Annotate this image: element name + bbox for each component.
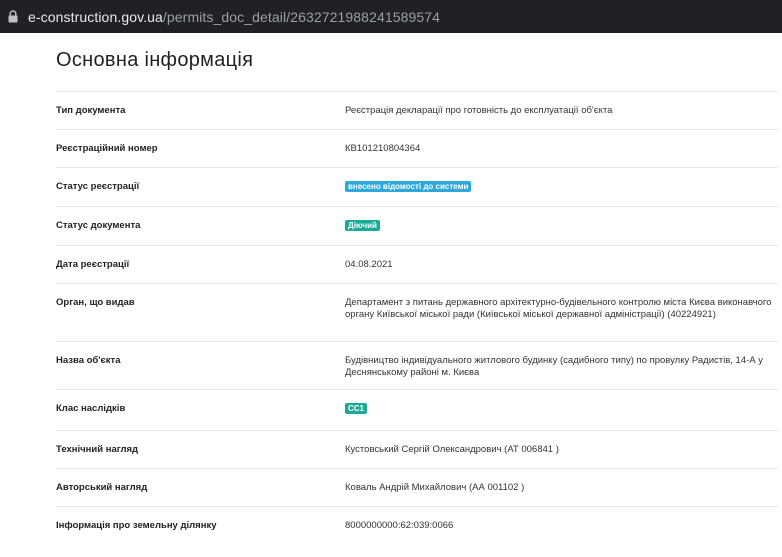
row-author-supervision: Авторський нагляд Коваль Андрій Михайлов…: [56, 468, 778, 506]
section-title: Основна інформація: [56, 49, 254, 71]
row-value: внесено відомості до системи: [345, 168, 778, 206]
row-registration-status: Статус реєстрації внесено відомості до с…: [56, 167, 778, 206]
row-value: 8000000000:62:039:0066: [345, 520, 454, 531]
row-value: КВ101210804364: [345, 143, 421, 154]
row-value: 04.08.2021: [345, 259, 393, 270]
row-label: Тип документа: [56, 105, 126, 116]
status-badge: внесено відомості до системи: [345, 181, 472, 192]
info-table: Тип документа Реєстрація декларації про …: [56, 91, 778, 544]
row-label: Інформація про земельну ділянку: [56, 520, 217, 531]
status-badge: Діючий: [345, 220, 380, 231]
row-label: Клас наслідків: [56, 403, 126, 414]
row-land-plot-info: Інформація про земельну ділянку 80000000…: [56, 506, 778, 544]
row-value: Коваль Андрій Михайлович (АА 001102 ): [345, 482, 525, 493]
row-value: Департамент з питань державного архітект…: [345, 297, 772, 320]
url-path: /permits_doc_detail/2632721988241589574: [162, 8, 441, 25]
row-registration-date: Дата реєстрації 04.08.2021: [56, 245, 778, 283]
row-value: Будівництво індивідуального житлового бу…: [345, 355, 764, 378]
row-label: Орган, що видав: [56, 297, 135, 308]
row-label: Статус реєстрації: [56, 181, 140, 192]
row-label: Реєстраційний номер: [56, 143, 158, 154]
row-document-status: Статус документа Діючий: [56, 206, 778, 245]
row-document-type: Тип документа Реєстрація декларації про …: [56, 91, 778, 129]
row-object-name: Назва об'єкта Будівництво індивідуальног…: [56, 341, 778, 389]
row-label: Дата реєстрації: [56, 259, 130, 270]
row-registration-number: Реєстраційний номер КВ101210804364: [56, 129, 778, 167]
row-issuing-authority: Орган, що видав Департамент з питань дер…: [56, 283, 778, 341]
row-label: Назва об'єкта: [56, 355, 121, 366]
url-host: e-construction.gov.ua: [28, 8, 163, 25]
lock-icon[interactable]: [8, 10, 20, 24]
row-value: Реєстрація декларації про готовність до …: [345, 105, 613, 116]
row-label: Технічний нагляд: [56, 444, 139, 455]
row-consequence-class: Клас наслідків СС1: [56, 389, 778, 430]
row-technical-supervision: Технічний нагляд Кустовський Сергій Олек…: [56, 430, 778, 468]
row-label: Авторський нагляд: [56, 482, 148, 493]
row-value: СС1: [345, 390, 778, 430]
class-badge: СС1: [345, 403, 368, 414]
page-content: Основна інформація Тип документа Реєстра…: [0, 33, 782, 557]
url-text[interactable]: e-construction.gov.ua/permits_doc_detail…: [28, 9, 440, 25]
browser-address-bar[interactable]: e-construction.gov.ua/permits_doc_detail…: [0, 0, 782, 33]
row-value: Діючий: [345, 207, 778, 245]
row-label: Статус документа: [56, 220, 141, 231]
row-value: Кустовський Сергій Олександрович (АТ 006…: [345, 444, 559, 455]
